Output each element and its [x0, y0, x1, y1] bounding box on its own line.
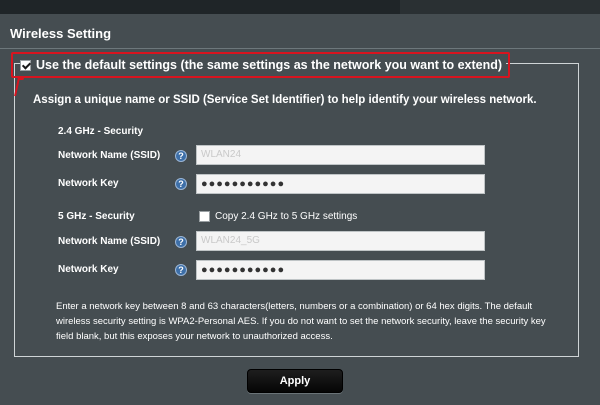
section-title-5ghz: 5 GHz - Security	[58, 211, 135, 222]
help-icon[interactable]: ?	[175, 150, 187, 162]
section-title-24ghz: 2.4 GHz - Security	[58, 126, 144, 137]
key-24-input[interactable]: ●●●●●●●●●●●	[196, 174, 485, 194]
security-note: Enter a network key between 8 and 63 cha…	[56, 301, 546, 342]
copy-settings-option[interactable]: Copy 2.4 GHz to 5 GHz settings	[199, 211, 357, 222]
help-icon[interactable]: ?	[175, 264, 187, 276]
key-5-label: Network Key	[58, 264, 119, 275]
key-5-input[interactable]: ●●●●●●●●●●●	[196, 260, 485, 280]
ssid-24-input[interactable]: WLAN24	[196, 145, 485, 165]
help-icon[interactable]: ?	[175, 178, 187, 190]
copy-settings-label: Copy 2.4 GHz to 5 GHz settings	[215, 211, 358, 222]
ssid-24-label: Network Name (SSID)	[58, 150, 161, 161]
help-icon[interactable]: ?	[175, 236, 187, 248]
top-bar	[0, 0, 600, 14]
highlight-box	[11, 52, 510, 78]
apply-button[interactable]: Apply	[247, 369, 343, 393]
panel-title: Wireless Setting	[10, 26, 112, 41]
assign-instructions: Assign a unique name or SSID (Service Se…	[33, 94, 537, 106]
top-bar-highlight	[0, 0, 400, 14]
key-24-label: Network Key	[58, 178, 119, 189]
ssid-5-input[interactable]: WLAN24_5G	[196, 231, 485, 251]
copy-settings-checkbox[interactable]	[199, 211, 210, 222]
title-divider	[0, 48, 600, 49]
ssid-5-label: Network Name (SSID)	[58, 236, 161, 247]
